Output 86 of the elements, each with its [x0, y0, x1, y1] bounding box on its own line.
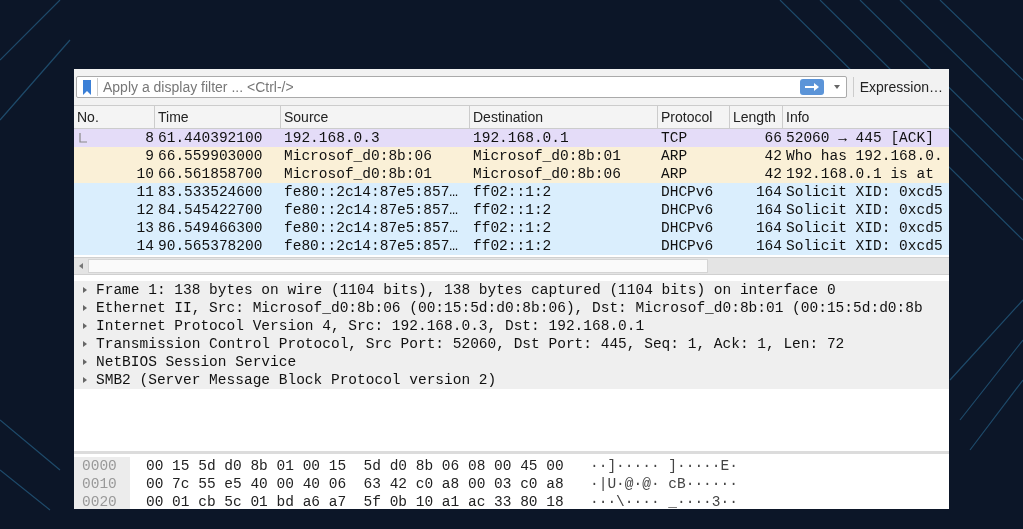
packet-source: fe80::2c14:87e5:857… — [284, 219, 459, 237]
packet-protocol: DHCPv6 — [661, 201, 714, 219]
ascii-bytes: ···\···· _····3·· — [590, 493, 738, 509]
packet-length: 164 — [755, 201, 782, 219]
packet-time: 90.565378200 — [158, 237, 263, 255]
expand-icon[interactable] — [82, 359, 88, 365]
expand-icon[interactable] — [82, 323, 88, 329]
packet-time: 66.561858700 — [158, 165, 263, 183]
packet-destination: Microsof_d0:8b:06 — [473, 165, 621, 183]
packet-info: Solicit XID: 0xcd5 — [786, 201, 943, 219]
filter-field[interactable]: Apply a display filter ... <Ctrl-/> — [97, 78, 794, 96]
packet-destination: Microsof_d0:8b:01 — [473, 147, 621, 165]
packet-info: Solicit XID: 0xcd5 — [786, 219, 943, 237]
scrollbar-thumb[interactable] — [88, 259, 708, 273]
column-header[interactable]: Protocol — [658, 106, 730, 128]
packet-info: Who has 192.168.0. — [786, 147, 943, 165]
column-header[interactable]: No. — [74, 106, 155, 128]
packet-row[interactable]: 14 90.565378200 fe80::2c14:87e5:857… ff02::1:2 DHCPv6 164 Solicit XID: 0xcd5 — [74, 237, 949, 255]
packet-protocol: ARP — [661, 147, 688, 165]
packet-source: 192.168.0.3 — [284, 129, 380, 147]
packet-length: 164 — [755, 237, 782, 255]
column-header[interactable]: Time — [155, 106, 281, 128]
packet-source: fe80::2c14:87e5:857… — [284, 201, 459, 219]
packet-number: 14 — [136, 237, 154, 255]
packet-time: 86.549466300 — [158, 219, 263, 237]
packet-row[interactable]: 13 86.549466300 fe80::2c14:87e5:857… ff02::1:2 DHCPv6 164 Solicit XID: 0xcd5 — [74, 219, 949, 237]
packet-number: 10 — [136, 165, 154, 183]
packet-row[interactable]: 10 66.561858700 Microsof_d0:8b:01 Microsof_d0:8b:06 ARP 42 192.168.0.1 is at — [74, 165, 949, 183]
caret-icon[interactable] — [833, 85, 840, 89]
column-header[interactable]: Length — [730, 106, 783, 128]
packet-time: 84.545422700 — [158, 201, 263, 219]
packet-number: 11 — [136, 183, 154, 201]
packet-length: 164 — [755, 183, 782, 201]
packet-protocol: ARP — [661, 165, 688, 183]
scroll-left-icon[interactable] — [79, 263, 83, 269]
packet-length: 66 — [764, 129, 782, 147]
column-header[interactable]: Destination — [470, 106, 658, 128]
column-header[interactable]: Source — [281, 106, 470, 128]
packet-number: 8 — [145, 129, 154, 147]
packet-destination: ff02::1:2 — [473, 219, 552, 237]
packet-destination: ff02::1:2 — [473, 237, 552, 255]
packet-length: 164 — [755, 219, 782, 237]
expression-button[interactable]: Expression… — [852, 77, 949, 97]
packet-source: Microsof_d0:8b:06 — [284, 147, 432, 165]
packet-info: 192.168.0.1 is at — [786, 165, 934, 183]
packet-time: 61.440392100 — [158, 129, 263, 147]
packet-destination: ff02::1:2 — [473, 183, 552, 201]
bookmark-icon[interactable] — [83, 79, 91, 95]
packet-protocol: DHCPv6 — [661, 183, 714, 201]
expand-icon[interactable] — [82, 305, 88, 311]
packet-info: 52060 → 445 [ACK] — [786, 129, 934, 147]
packet-length: 42 — [764, 165, 782, 183]
expand-icon[interactable] — [82, 341, 88, 347]
column-header[interactable]: Info — [783, 106, 949, 128]
packet-destination: 192.168.0.1 — [473, 129, 569, 147]
filter-box[interactable]: Apply a display filter ... <Ctrl-/> — [76, 76, 847, 98]
byte-offset: 0010 — [74, 475, 130, 493]
packet-source: fe80::2c14:87e5:857… — [284, 237, 459, 255]
packet-protocol: DHCPv6 — [661, 219, 714, 237]
ascii-bytes: ·|U·@·@· cB······ — [590, 475, 738, 493]
packet-info: Solicit XID: 0xcd5 — [786, 183, 943, 201]
packet-source: Microsof_d0:8b:01 — [284, 165, 432, 183]
packet-row[interactable]: 11 83.533524600 fe80::2c14:87e5:857… ff02::1:2 DHCPv6 164 Solicit XID: 0xcd5 — [74, 183, 949, 201]
packet-row[interactable]: 9 66.559903000 Microsof_d0:8b:06 Microsof_d0:8b:01 ARP 42 Who has 192.168.0. — [74, 147, 949, 165]
scrollbar[interactable] — [74, 257, 949, 275]
packet-destination: ff02::1:2 — [473, 201, 552, 219]
packet-info: Solicit XID: 0xcd5 — [786, 237, 943, 255]
packet-number: 13 — [136, 219, 154, 237]
hex-bytes: 00 7c 55 e5 40 00 40 06 63 42 c0 a8 00 03 c0 a8 — [146, 475, 565, 493]
packet-protocol: DHCPv6 — [661, 237, 714, 255]
hex-bytes: 00 15 5d d0 8b 01 00 15 5d d0 8b 06 08 00 45 00 — [146, 457, 565, 475]
packet-number: 12 — [136, 201, 154, 219]
ascii-bytes: ··]····· ]·····E· — [590, 457, 738, 475]
packet-source: fe80::2c14:87e5:857… — [284, 183, 459, 201]
packet-row[interactable]: 8 61.440392100 192.168.0.3 192.168.0.1 TCP 66 52060 → 445 [ACK] — [74, 129, 949, 147]
hex-bytes: 00 01 cb 5c 01 bd a6 a7 5f 0b 10 a1 ac 33 80 18 — [146, 493, 565, 509]
byte-offset: 0020 — [74, 493, 130, 509]
packet-number: 9 — [145, 147, 154, 165]
packet-time: 83.533524600 — [158, 183, 263, 201]
expand-icon[interactable] — [82, 377, 88, 383]
packet-length: 42 — [764, 147, 782, 165]
packet-time: 66.559903000 — [158, 147, 263, 165]
packet-protocol: TCP — [661, 129, 688, 147]
byte-offset: 0000 — [74, 457, 130, 475]
expand-icon[interactable] — [82, 287, 88, 293]
packet-row[interactable]: 12 84.545422700 fe80::2c14:87e5:857… ff02::1:2 DHCPv6 164 Solicit XID: 0xcd5 — [74, 201, 949, 219]
